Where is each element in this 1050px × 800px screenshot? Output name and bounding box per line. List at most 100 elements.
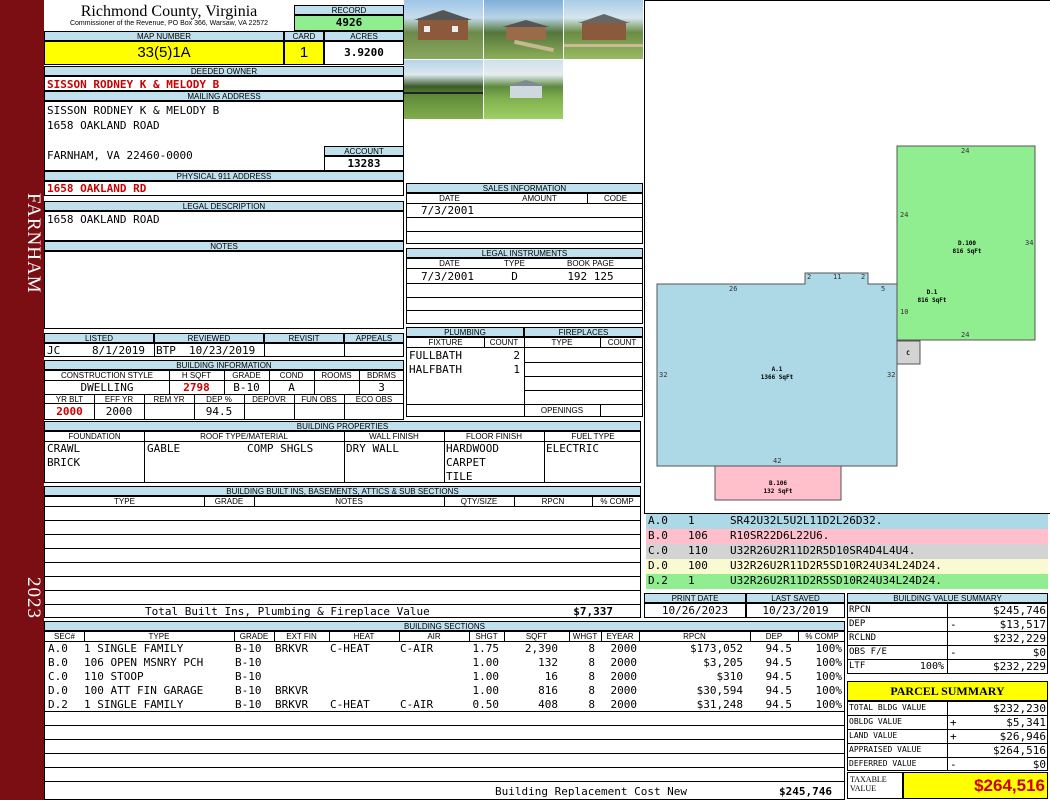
summary-value: $13,517 xyxy=(999,618,1046,631)
parcel-row: LAND VALUE + $26,946 xyxy=(848,730,1047,744)
area-a1-label: A.1 xyxy=(772,366,783,373)
summary-value: $0 xyxy=(1032,758,1046,771)
foundation-2: BRICK xyxy=(47,456,81,469)
floor-finish-3: TILE xyxy=(446,470,473,483)
summary-key: DEFERRED VALUE xyxy=(849,759,917,768)
house-photo-5[interactable] xyxy=(484,60,564,120)
card-label: CARD xyxy=(284,31,324,41)
bvs-row: LTF 100% $232,229 xyxy=(848,660,1047,673)
legal-description-box: 1658 OAKLAND ROAD xyxy=(44,211,404,241)
bi-h-rpcn: RPCN xyxy=(541,497,565,506)
plumbing-fireplaces-table: FIXTURE COUNT TYPE COUNT FULLBATH 2 HALF… xyxy=(406,337,643,417)
section-sec: C.0 xyxy=(48,670,68,683)
section-dep: 94.5 xyxy=(765,698,793,711)
floor-finish-2: CARPET xyxy=(446,456,486,469)
legal-instruments-label: LEGAL INSTRUMENTS xyxy=(406,248,643,258)
yrblt-value: 2000 xyxy=(56,405,83,418)
section-shgt: 0.50 xyxy=(472,698,500,711)
section-eyear: 2000 xyxy=(610,698,638,711)
building-sections-table: SEC# TYPE GRADE EXT FIN HEAT AIR SHGT SQ… xyxy=(44,631,845,800)
wall-finish: DRY WALL xyxy=(346,442,399,455)
reviewed-by: BTP xyxy=(156,344,176,357)
house-photo-3[interactable] xyxy=(564,0,644,60)
summary-sign: - xyxy=(950,758,957,771)
house-photo-4[interactable] xyxy=(404,60,484,120)
house-photo-1[interactable] xyxy=(404,0,484,60)
sketch-legend-row: D.0 100 U32R26U2R11D2R5SD10R24U34L24D24. xyxy=(646,559,1048,574)
building-section-row: A.0 1 SINGLE FAMILY B-10 BRKVR C-HEAT C-AIR 1.… xyxy=(45,642,844,656)
dim-24b: 24 xyxy=(900,211,908,219)
bvs-row: RCLND $232,229 xyxy=(848,632,1047,646)
record-value: 4926 xyxy=(294,15,404,31)
building-sections-label: BUILDING SECTIONS xyxy=(44,621,845,631)
house-photo-2[interactable] xyxy=(484,0,564,60)
section-ext: BRKVR xyxy=(275,684,309,697)
section-comp: 100% xyxy=(815,684,843,697)
sales-h-date: DATE xyxy=(439,194,460,203)
sec-h-rpcn: RPCN xyxy=(683,632,706,641)
floor-finish-1: HARDWOOD xyxy=(446,442,499,455)
section-whgt: 8 xyxy=(588,698,595,711)
bi-h-type: TYPE xyxy=(114,497,135,506)
section-sqft: 2,390 xyxy=(524,642,558,655)
section-rpcn: $310 xyxy=(716,670,744,683)
plumbing-count-2: 1 xyxy=(513,363,520,376)
section-comp: 100% xyxy=(815,656,843,669)
reviewed-label: REVIEWED xyxy=(154,333,264,343)
building-info-box: CONSTRUCTION STYLE H SQFT GRADE COND ROO… xyxy=(44,370,404,420)
sales-h-code: CODE xyxy=(603,194,628,203)
li-type: D xyxy=(511,270,518,283)
bvs-row: RPCN $245,746 xyxy=(848,604,1047,618)
fp-openings-label: OPENINGS xyxy=(540,406,584,415)
legend-num: 106 xyxy=(688,529,708,542)
summary-pct: 100% xyxy=(919,661,944,672)
mailing-line-3: FARNHAM, VA 22460-0000 xyxy=(47,149,193,162)
area-d1-sqft: 816 SqFt xyxy=(918,297,947,304)
dim-24a: 24 xyxy=(961,147,969,155)
pl-h-fixture: FIXTURE xyxy=(428,338,463,347)
legend-path: U32R26U2R11D2R5SD10R24U34L24D24. xyxy=(730,559,942,572)
li-h-type: TYPE xyxy=(504,259,525,268)
h-depovr: DEPOVR xyxy=(252,395,286,404)
fuel-type: ELECTRIC xyxy=(546,442,599,455)
commissioner-address: Commissioner of the Revenue, PO Box 366,… xyxy=(69,20,269,27)
section-ext: BRKVR xyxy=(275,698,309,711)
dep-value: 94.5 xyxy=(205,405,233,418)
floor-plan-sketch[interactable]: 26 2 11 2 5 32 32 42 24 24 34 24 10 A.1 … xyxy=(645,1,1050,514)
summary-value: $264,516 xyxy=(993,744,1046,757)
legend-code: B.0 xyxy=(648,529,668,542)
review-row: JC 8/1/2019 BTP 10/23/2019 xyxy=(44,343,404,357)
summary-sign: - xyxy=(950,646,957,659)
section-heat: C-HEAT xyxy=(330,698,370,711)
legend-code: D.0 xyxy=(648,559,668,572)
sales-info-label: SALES INFORMATION xyxy=(406,183,643,193)
bi-h-comp: % COMP xyxy=(600,497,634,506)
dim-10: 10 xyxy=(900,308,908,316)
fp-h-count: COUNT xyxy=(607,338,637,347)
dim-32b: 32 xyxy=(887,371,895,379)
legend-path: U32R26U2R11D2R5D10SR4D4L4U4. xyxy=(730,544,916,557)
fireplaces-label: FIREPLACES xyxy=(524,327,643,337)
sales-table: DATE AMOUNT CODE 7/3/2001 xyxy=(406,193,643,244)
summary-key: LTF xyxy=(849,661,866,671)
legend-num: 1 xyxy=(688,574,695,587)
section-whgt: 8 xyxy=(588,684,595,697)
legend-num: 110 xyxy=(688,544,708,557)
roof-material: COMP SHGLS xyxy=(247,442,314,455)
area-b106-label: B.106 xyxy=(769,480,787,487)
building-info-label: BUILDING INFORMATION xyxy=(44,360,404,370)
summary-key: DEP xyxy=(849,619,866,629)
brcn-label: Building Replacement Cost New xyxy=(495,785,688,798)
dim-32a: 32 xyxy=(659,371,667,379)
county-name: Richmond County, Virginia xyxy=(80,3,258,20)
li-h-date: DATE xyxy=(439,259,460,268)
effyr-value: 2000 xyxy=(105,405,133,418)
sec-h-whgt: WHGT xyxy=(572,632,598,641)
built-ins-total-value: $7,337 xyxy=(573,605,613,618)
legend-code: D.2 xyxy=(648,574,668,587)
section-type: 106 OPEN MSNRY PCH xyxy=(84,656,204,669)
record-label: RECORD xyxy=(294,5,404,15)
roof-type: GABLE xyxy=(147,442,181,455)
h-grade: GRADE xyxy=(232,371,261,380)
legend-code: C.0 xyxy=(648,544,668,557)
